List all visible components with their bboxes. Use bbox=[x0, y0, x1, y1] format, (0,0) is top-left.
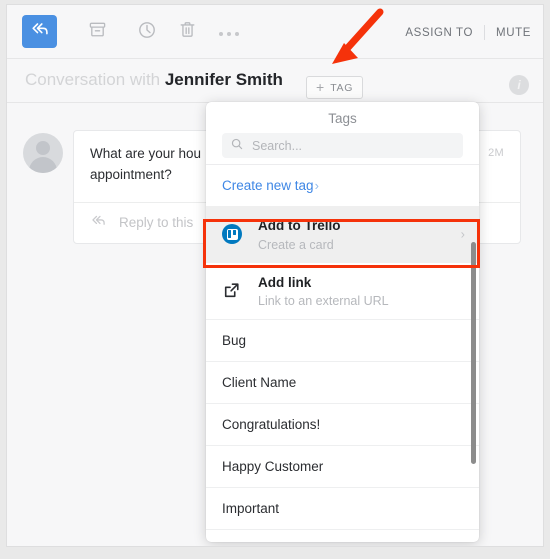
list-item-partial[interactable] bbox=[206, 529, 479, 542]
archive-icon bbox=[88, 20, 107, 44]
list-item[interactable]: Happy Customer bbox=[206, 445, 479, 487]
conversation-header: Conversation with Jennifer Smith bbox=[7, 59, 543, 103]
tags-popup-title: Tags bbox=[328, 111, 357, 126]
toolbar-divider bbox=[484, 25, 486, 40]
conversation-toolbar: ASSIGN TO MUTE bbox=[7, 5, 543, 59]
search-input[interactable] bbox=[250, 137, 454, 154]
screenshot-root: ASSIGN TO MUTE Conversation with Jennife… bbox=[0, 0, 550, 559]
reply-all-icon bbox=[90, 214, 107, 232]
app-frame: ASSIGN TO MUTE Conversation with Jennife… bbox=[6, 4, 544, 547]
create-new-tag-label: Create new tag bbox=[222, 178, 314, 193]
add-link-item[interactable]: Add link Link to an external URL bbox=[206, 263, 479, 320]
avatar-head bbox=[36, 141, 50, 155]
info-letter: i bbox=[517, 78, 521, 92]
trash-icon bbox=[178, 20, 197, 44]
external-link-icon bbox=[222, 281, 248, 300]
archive-button[interactable] bbox=[82, 17, 112, 47]
info-icon[interactable]: i bbox=[509, 75, 529, 95]
chevron-right-icon: › bbox=[460, 226, 465, 242]
more-options-button[interactable] bbox=[214, 17, 244, 47]
conversation-title-prefix: Conversation with bbox=[25, 70, 165, 89]
tag-search-field[interactable] bbox=[222, 133, 463, 158]
tags-popup: Tags Create new tag › bbox=[206, 102, 479, 542]
conversation-title: Conversation with Jennifer Smith bbox=[25, 70, 283, 90]
chevron-right-icon: › bbox=[314, 178, 319, 193]
add-to-trello-subtitle: Create a card bbox=[258, 237, 334, 252]
delete-button[interactable] bbox=[172, 17, 202, 47]
reply-all-button[interactable] bbox=[22, 15, 57, 48]
add-link-title: Add link bbox=[258, 274, 312, 290]
popup-scrollbar[interactable] bbox=[471, 242, 476, 464]
reply-all-icon bbox=[30, 21, 50, 42]
contact-name: Jennifer Smith bbox=[164, 70, 283, 89]
list-item[interactable]: Congratulations! bbox=[206, 403, 479, 445]
snooze-button[interactable] bbox=[132, 17, 162, 47]
avatar bbox=[23, 133, 63, 173]
ellipsis-icon bbox=[217, 23, 241, 41]
tags-popup-header: Tags bbox=[206, 102, 479, 165]
plus-icon: + bbox=[316, 79, 325, 95]
avatar-body bbox=[29, 157, 57, 173]
reply-placeholder: Reply to this bbox=[119, 215, 194, 231]
list-item[interactable]: Important bbox=[206, 487, 479, 529]
add-tag-label: TAG bbox=[330, 81, 354, 94]
clock-icon bbox=[137, 20, 157, 45]
search-icon bbox=[231, 137, 243, 155]
trello-icon bbox=[222, 224, 248, 245]
tags-popup-list: Create new tag › Add to Trello Create a … bbox=[206, 164, 479, 542]
assign-to-button[interactable]: ASSIGN TO bbox=[405, 27, 473, 39]
list-item[interactable]: Client Name bbox=[206, 361, 479, 403]
message-timestamp: 2M bbox=[488, 147, 504, 159]
add-to-trello-item[interactable]: Add to Trello Create a card › bbox=[206, 206, 479, 263]
add-to-trello-title: Add to Trello bbox=[258, 218, 341, 233]
list-item[interactable]: Bug bbox=[206, 319, 479, 361]
create-new-tag-link[interactable]: Create new tag › bbox=[206, 164, 479, 206]
add-tag-button[interactable]: + TAG bbox=[306, 76, 364, 99]
mute-button[interactable]: MUTE bbox=[496, 27, 531, 39]
toolbar-right-actions: ASSIGN TO MUTE bbox=[405, 25, 531, 40]
add-link-subtitle: Link to an external URL bbox=[258, 294, 389, 309]
